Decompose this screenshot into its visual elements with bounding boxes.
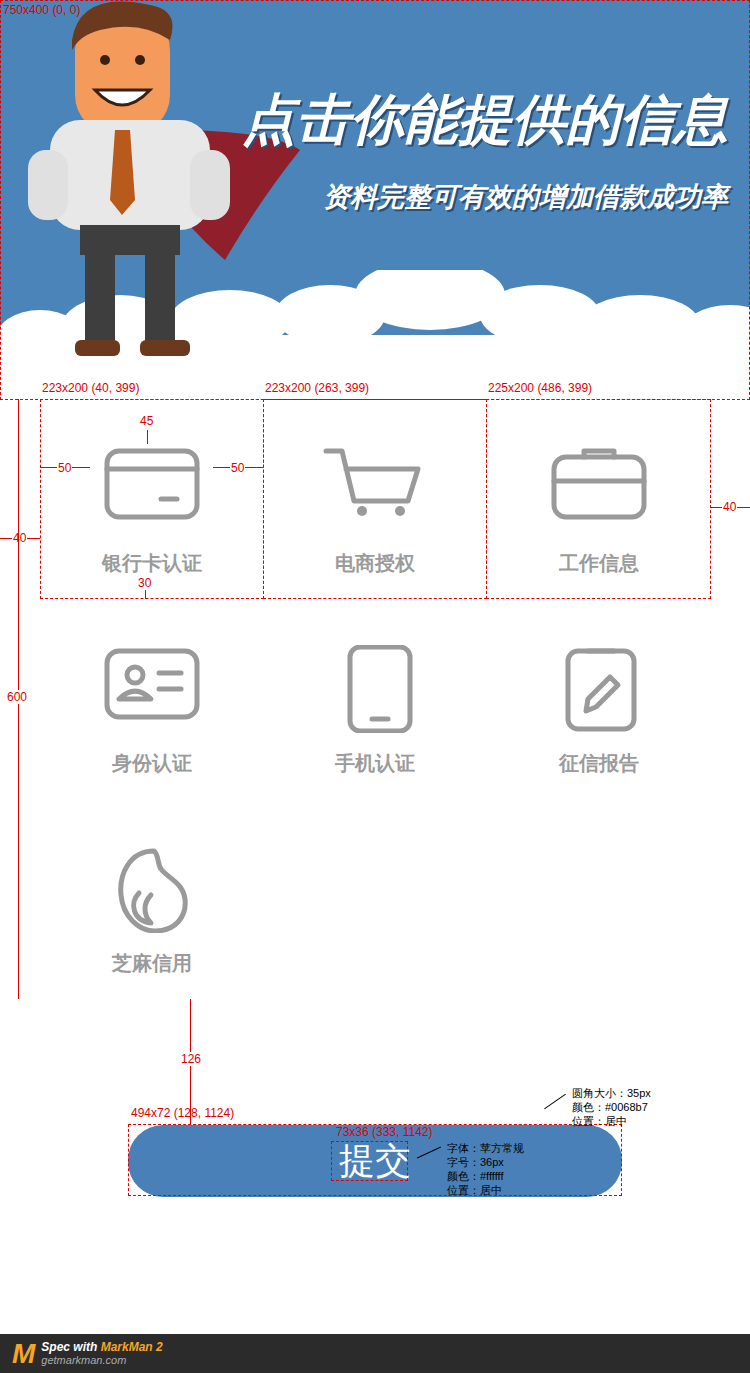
button-gap-label: 126 [180, 1052, 202, 1066]
banner-subtitle: 资料完整可有效的增加借款成功率 [323, 180, 728, 214]
icon-right-label: 50 [230, 461, 245, 475]
info-item-label: 身份认证 [112, 749, 192, 777]
button-note: 圆角大小：35px [572, 1086, 651, 1100]
banner-title: 点击你能提供的信息 [242, 86, 728, 152]
button-box-label: 494x72 (128, 1124) [131, 1106, 234, 1120]
bank-card-icon [99, 445, 205, 533]
cell-box-label: 223x200 (263, 399) [265, 381, 369, 395]
cell-box [263, 399, 487, 599]
info-item-label: 电商授权 [335, 549, 415, 577]
text-note: 字号：36px [447, 1155, 524, 1169]
row-right-label: 40 [722, 500, 737, 514]
info-item[interactable]: 电商授权 [263, 400, 486, 600]
icon-top-label: 45 [140, 414, 153, 428]
label-bottom-line [145, 590, 146, 599]
text-note: 字体：苹方常规 [447, 1141, 524, 1155]
text-notes: 字体：苹方常规字号：36px颜色：#ffffff位置：居中 [447, 1141, 524, 1197]
info-item[interactable]: 芝麻信用 [40, 800, 263, 1000]
markman-site: getmarkman.com [41, 1354, 162, 1367]
cell-box-label: 223x200 (40, 399) [42, 381, 139, 395]
cell-box [486, 399, 711, 599]
markman-brand: Spec with MarkMan 2getmarkman.com [41, 1340, 162, 1367]
banner-box [0, 0, 750, 400]
info-item-label: 手机认证 [335, 749, 415, 777]
info-item-label: 征信报告 [559, 749, 639, 777]
markman-name: MarkMan 2 [101, 1340, 163, 1354]
sesame-credit-icon [99, 845, 205, 933]
info-item-label: 银行卡认证 [102, 549, 202, 577]
info-grid: 银行卡认证 电商授权 工作信息身份认证 手机认证 征信报告芝麻信用 [0, 400, 750, 1000]
text-box-label: 73x36 (333, 1142) [336, 1125, 433, 1139]
button-note: 颜色：#0068b7 [572, 1100, 651, 1114]
label-bottom-label: 30 [138, 576, 151, 590]
clipboard-pencil-icon [546, 645, 652, 733]
markman-logo: M [12, 1339, 35, 1369]
banner-text: 点击你能提供的信息资料完整可有效的增加借款成功率 [0, 0, 750, 214]
banner: 点击你能提供的信息资料完整可有效的增加借款成功率 [0, 0, 750, 400]
text-note: 颜色：#ffffff [447, 1169, 524, 1183]
grid-left-label: 40 [12, 531, 27, 545]
mobile-phone-icon [322, 645, 428, 733]
info-item[interactable]: 手机认证 [263, 600, 486, 800]
text-box [331, 1141, 408, 1181]
cell-box [40, 399, 264, 599]
grid-height-label: 600 [6, 690, 28, 704]
info-item[interactable]: 工作信息 [486, 400, 711, 600]
spec-page: 点击你能提供的信息资料完整可有效的增加借款成功率银行卡认证 电商授权 工作信息身份认… [0, 0, 750, 1373]
icon-left-label: 50 [57, 461, 72, 475]
icon-top-line [147, 430, 148, 444]
button-note: 位置：居中 [572, 1114, 651, 1128]
briefcase-icon [546, 445, 652, 533]
cell-box-label: 225x200 (486, 399) [488, 381, 592, 395]
info-item[interactable]: 银行卡认证 [40, 400, 263, 600]
button-notes: 圆角大小：35px颜色：#0068b7位置：居中 [572, 1086, 651, 1128]
id-card-icon [99, 645, 205, 733]
info-item[interactable]: 身份认证 [40, 600, 263, 800]
markman-footer: MSpec with MarkMan 2getmarkman.com [0, 1334, 750, 1373]
superhero-mascot-icon [20, 0, 310, 362]
info-item[interactable]: 征信报告 [486, 600, 711, 800]
banner-box-label: 750x400 (0, 0) [3, 3, 80, 17]
shopping-cart-icon [322, 445, 428, 533]
button-note-arrow [544, 1094, 566, 1110]
info-item-label: 芝麻信用 [112, 949, 192, 977]
text-note: 位置：居中 [447, 1183, 524, 1197]
info-item-label: 工作信息 [559, 549, 639, 577]
